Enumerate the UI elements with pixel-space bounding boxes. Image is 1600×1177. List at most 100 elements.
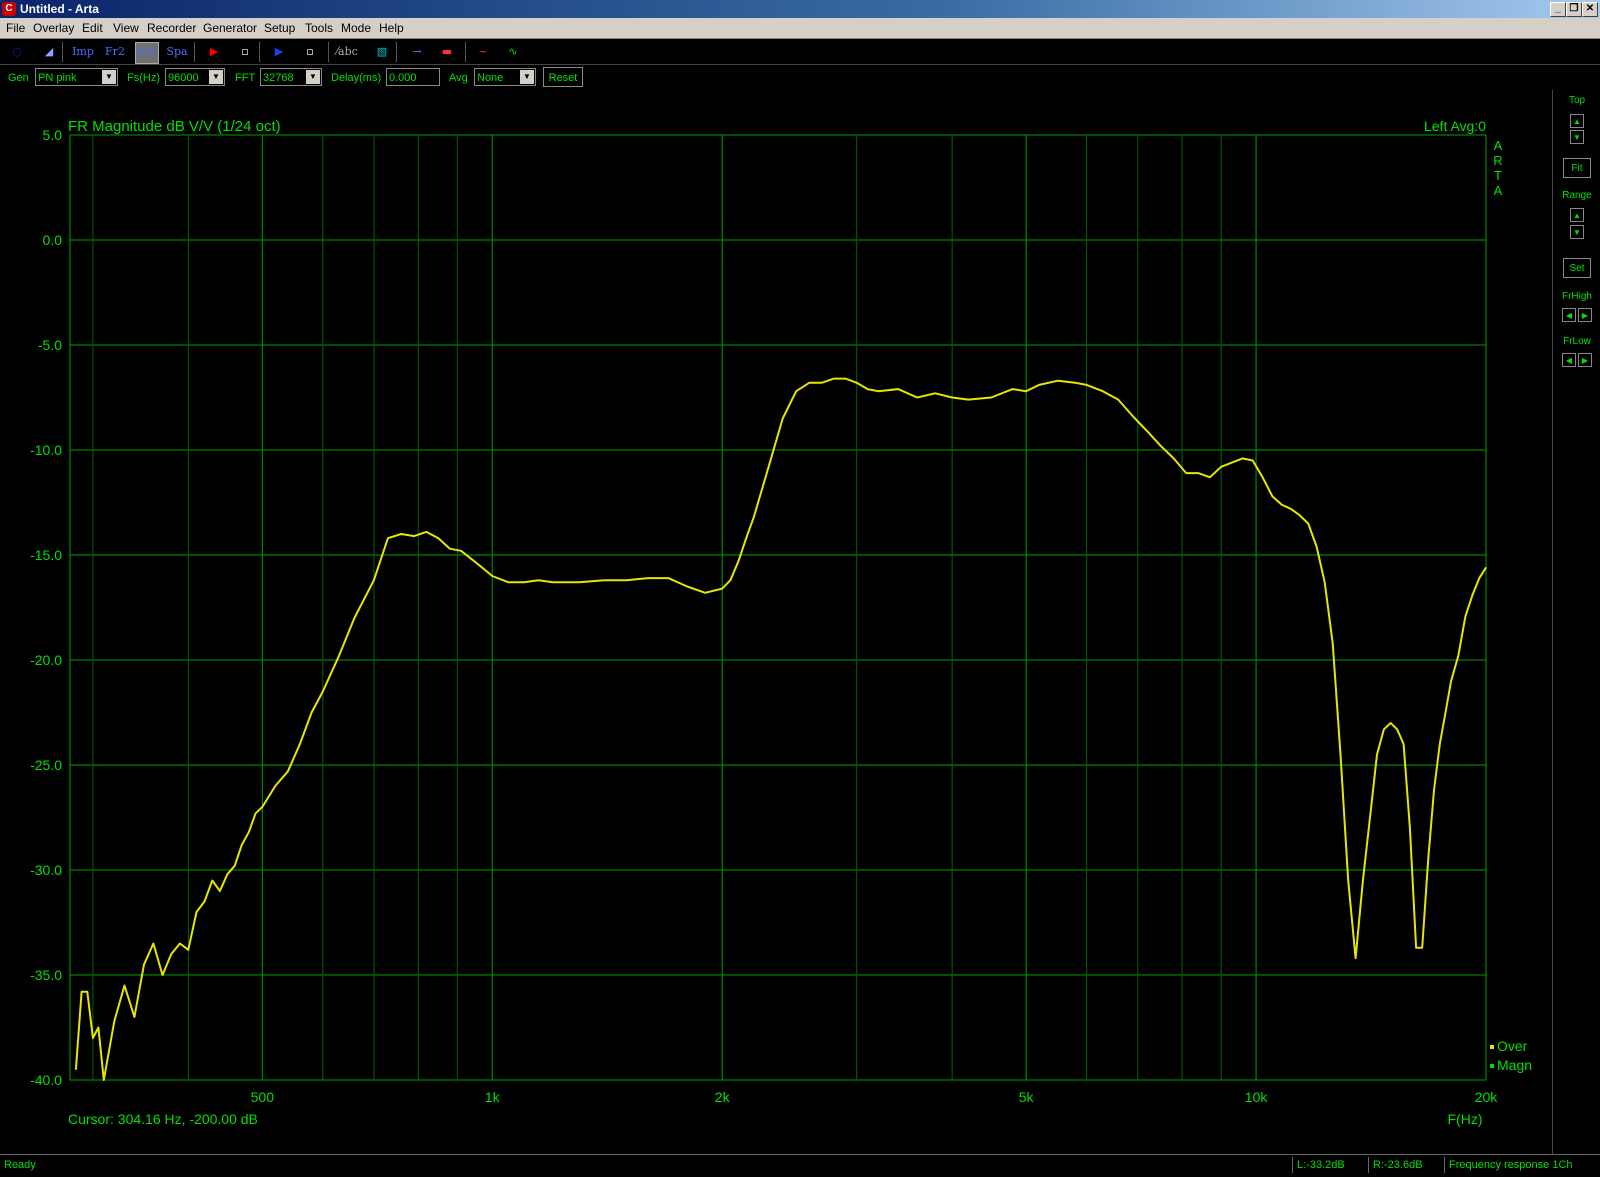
frequency-response-chart[interactable]: 5.0 0.0 -5.0 -10.0 -15.0 -20.0 -25.0 -30.0 -35.0…	[0, 90, 1552, 1154]
data-point	[897, 388, 899, 390]
menu-overlay[interactable]: Overlay	[33, 21, 74, 35]
fft-label: FFT	[235, 72, 256, 84]
data-point	[538, 579, 540, 581]
minimize-button[interactable]: _	[1550, 2, 1566, 17]
data-point	[990, 396, 992, 399]
fs-select[interactable]: 96000 ▼	[165, 68, 225, 86]
data-point	[1324, 581, 1326, 583]
abc-icon[interactable]: ⁄abc	[336, 42, 358, 62]
menu-recorder[interactable]: Recorder	[147, 21, 196, 35]
range-up-button[interactable]: ▲	[1570, 208, 1584, 222]
fs-label: Fs(Hz)	[127, 72, 160, 84]
set-button[interactable]: Set	[1563, 258, 1591, 278]
data-point	[287, 770, 289, 772]
app-icon: C	[2, 2, 16, 16]
signal-icon[interactable]: ∿	[502, 42, 524, 62]
color-icon[interactable]: ▬	[436, 42, 458, 62]
menu-mode[interactable]: Mode	[341, 21, 371, 35]
data-point	[471, 558, 473, 560]
menu-edit[interactable]: Edit	[82, 21, 103, 35]
gen-label: Gen	[8, 72, 29, 84]
fft-select[interactable]: 32768 ▼	[260, 68, 322, 86]
status-mode: Frequency response 1Ch	[1444, 1157, 1599, 1173]
data-point	[1332, 642, 1334, 644]
data-point	[603, 579, 605, 581]
data-point	[311, 711, 313, 714]
data-point	[1316, 546, 1318, 548]
stop-icon[interactable]: ▫	[234, 42, 256, 62]
chevron-down-icon[interactable]: ▼	[102, 70, 116, 84]
y-tick-label: -5.0	[38, 337, 62, 353]
grid-icon[interactable]: ▧	[371, 42, 393, 62]
x-tick-label: 500	[251, 1089, 275, 1105]
frhigh-label: FrHigh	[1561, 291, 1592, 302]
data-point	[203, 900, 206, 903]
data-point	[626, 579, 628, 581]
plot-frame	[69, 134, 1487, 1081]
menu-tools[interactable]: Tools	[305, 21, 333, 35]
restore-button[interactable]: ❐	[1566, 2, 1582, 17]
new-icon[interactable]: ◌	[6, 42, 28, 62]
data-point	[226, 873, 228, 875]
data-point	[1231, 462, 1233, 464]
data-point	[1173, 457, 1175, 459]
status-right-level: R:-23.6dB	[1368, 1157, 1439, 1173]
generator-icon[interactable]: ~	[472, 42, 494, 62]
pause-icon[interactable]: ▫	[299, 42, 321, 62]
data-point	[1355, 957, 1357, 959]
fr1-mode-button[interactable]: Fr1	[135, 42, 159, 64]
data-point	[1347, 879, 1349, 882]
data-point	[721, 588, 723, 590]
top-up-button[interactable]: ▲	[1570, 114, 1584, 128]
data-point	[795, 390, 797, 392]
delay-input[interactable]: 0.000	[386, 68, 440, 86]
data-point	[103, 1079, 105, 1081]
legend-over: Over	[1497, 1038, 1528, 1054]
gen-select[interactable]: PN pink ▼	[35, 68, 118, 86]
fit-button[interactable]: Fit	[1563, 158, 1591, 178]
menu-file[interactable]: File	[6, 21, 25, 35]
data-point	[1307, 522, 1309, 525]
open-icon[interactable]: ◢	[38, 42, 60, 62]
frlow-left-button[interactable]: ◀	[1562, 353, 1576, 367]
menu-help[interactable]: Help	[379, 21, 404, 35]
data-point	[123, 984, 126, 987]
chevron-down-icon[interactable]: ▼	[306, 70, 320, 84]
top-down-button[interactable]: ▼	[1570, 130, 1584, 144]
plot-area[interactable]: 5.0 0.0 -5.0 -10.0 -15.0 -20.0 -25.0 -30.0 -35.0…	[0, 90, 1552, 1154]
toolbar-separator	[465, 42, 466, 62]
data-point	[1038, 384, 1040, 386]
spa-mode-button[interactable]: Spa	[166, 42, 188, 62]
chevron-down-icon[interactable]: ▼	[209, 70, 223, 84]
menu-setup[interactable]: Setup	[264, 21, 295, 35]
data-point	[1421, 947, 1423, 949]
x-tick-label: 10k	[1245, 1089, 1269, 1105]
imp-mode-button[interactable]: Imp	[72, 42, 94, 62]
menu-view[interactable]: View	[113, 21, 139, 35]
frlow-right-button[interactable]: ▶	[1578, 353, 1592, 367]
chevron-down-icon[interactable]: ▼	[520, 70, 534, 84]
arrow-icon[interactable]: →	[406, 42, 428, 62]
fr2-mode-button[interactable]: Fr2	[104, 42, 126, 62]
data-point	[219, 890, 221, 892]
x-axis-label: F(Hz)	[1448, 1111, 1483, 1127]
cursor-readout: Cursor: 304.16 Hz, -200.00 dB	[68, 1111, 258, 1127]
frhigh-left-button[interactable]: ◀	[1562, 308, 1576, 322]
data-point	[1209, 476, 1211, 478]
status-bar: Ready L:-33.2dB R:-23.6dB Frequency resp…	[0, 1154, 1600, 1177]
close-button[interactable]: ✕	[1582, 2, 1598, 17]
record-icon[interactable]: ▶	[203, 42, 225, 62]
menu-generator[interactable]: Generator	[203, 21, 257, 35]
data-point	[1185, 472, 1187, 474]
plot-title: FR Magnitude dB V/V (1/24 oct)	[68, 118, 281, 135]
data-point	[1012, 388, 1014, 390]
range-down-button[interactable]: ▼	[1570, 225, 1584, 239]
reset-button[interactable]: Reset	[543, 67, 583, 87]
data-point	[81, 991, 83, 993]
frhigh-right-button[interactable]: ▶	[1578, 308, 1592, 322]
avg-select[interactable]: None ▼	[474, 68, 536, 86]
data-point	[1444, 711, 1447, 714]
play-icon[interactable]: ▶	[268, 42, 290, 62]
data-point	[578, 581, 580, 583]
data-point	[413, 535, 415, 537]
